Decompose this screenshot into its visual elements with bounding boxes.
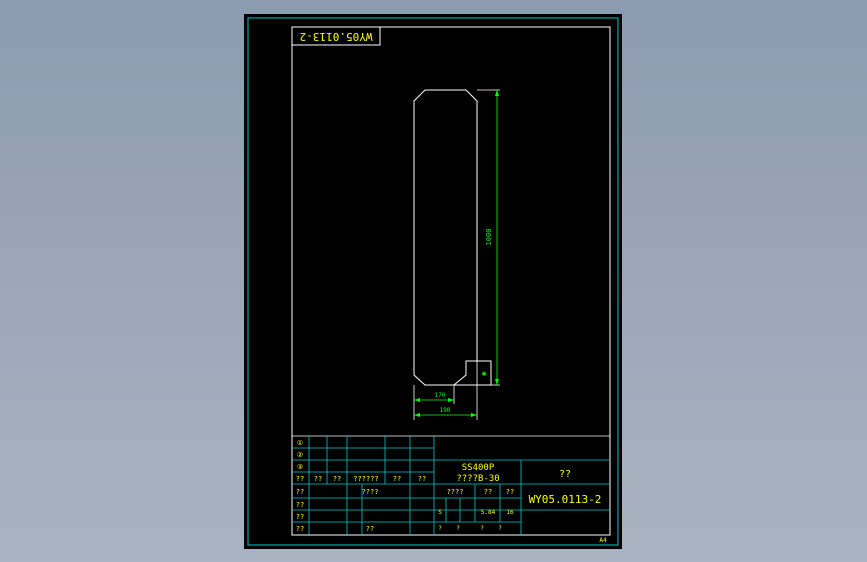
header-cell-5: ??: [393, 475, 401, 483]
dimension-small-mark: ✱: [482, 369, 487, 378]
header-cell-4: ??????: [353, 475, 378, 483]
sheet-size-label: A4: [599, 537, 607, 544]
cad-viewport: WY05.0113-2 1000 ✱ 170 190 ① ② ③ ?? ?? ?…: [244, 14, 622, 549]
rev-mark-2: ②: [297, 451, 303, 459]
footer-cell-1: ?: [438, 525, 442, 532]
title-label: ??: [559, 469, 571, 480]
weight-value: 5.84: [481, 509, 496, 516]
dimension-width-overall: 190: [440, 407, 451, 414]
header-cell-6: ??: [418, 475, 426, 483]
scale-col-b: ??: [506, 488, 514, 496]
scale-label: ????: [447, 488, 464, 496]
header-cell-3: ??: [333, 475, 341, 483]
row-label-3: ??: [296, 513, 304, 521]
mirrored-drawing-number: WY05.0113-2: [300, 30, 373, 43]
material-label: SS400P: [462, 463, 495, 473]
drawing-number: WY05.0113-2: [529, 493, 602, 506]
header-cell-1: ??: [296, 475, 304, 483]
row-label-1: ??: [296, 488, 304, 496]
footer-cell-4: ?: [498, 525, 502, 532]
footer-cell-2: ?: [456, 525, 460, 532]
misc-cell: ??: [366, 525, 374, 533]
check-cell: ????: [362, 488, 379, 496]
footer-cell-3: ?: [480, 525, 484, 532]
dimension-width-small: 170: [435, 392, 446, 399]
rev-mark-1: ①: [297, 439, 303, 447]
row-label-4: ??: [296, 525, 304, 533]
header-cell-2: ??: [314, 475, 322, 483]
scale-col-a: ??: [484, 488, 492, 496]
row-label-2: ??: [296, 501, 304, 509]
dimension-height-label: 1000: [485, 229, 493, 246]
rev-mark-3: ③: [297, 463, 303, 471]
sheet-number: S: [438, 509, 442, 516]
material-spec-label: ????B-30: [456, 474, 499, 484]
count-value: 16: [506, 509, 514, 516]
